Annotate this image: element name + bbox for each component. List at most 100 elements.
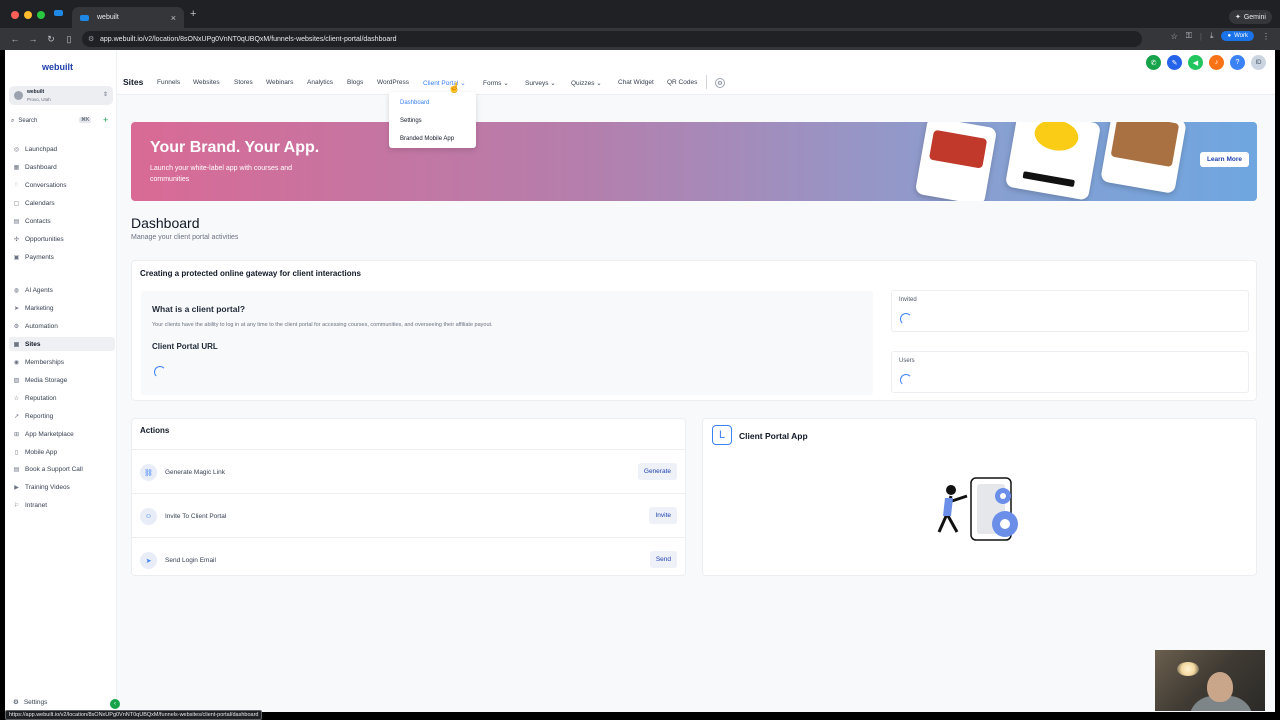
mouse-cursor-icon: ☝	[448, 83, 461, 94]
browser-tab[interactable]: webuilt ×	[72, 7, 184, 28]
page-title: Dashboard	[131, 215, 200, 231]
logo[interactable]: webuilt	[42, 62, 73, 72]
sidebar-item-ai-agents[interactable]: ◍ AI Agents	[9, 283, 115, 297]
action-label: Invite To Client Portal	[165, 513, 227, 520]
add-user-icon: ☺	[140, 508, 157, 525]
learn-more-button[interactable]: Learn More	[1199, 152, 1249, 167]
dashboard-icon: ▦	[13, 164, 20, 171]
sidebar-item-intranet[interactable]: ⚐ Intranet	[9, 498, 115, 512]
site-info-icon[interactable]: ⚙	[88, 35, 94, 43]
menu-dots-icon[interactable]: ⋮	[1262, 32, 1270, 41]
loading-spinner-icon	[900, 313, 912, 325]
nav-chat-widget[interactable]: Chat Widget	[618, 79, 654, 86]
sidebar-item-app-marketplace[interactable]: ⊞ App Marketplace	[9, 427, 115, 441]
sidebar-item-reporting[interactable]: ↗ Reporting	[9, 409, 115, 423]
account-switcher[interactable]: webuilt Provo, Utah ⇕	[9, 86, 113, 105]
nav-settings-gear-icon[interactable]: ⚙	[715, 78, 725, 88]
sidebar-toggle-icon[interactable]: ▯	[60, 34, 78, 45]
sidebar-item-conversations[interactable]: ◌ Conversations	[9, 178, 115, 192]
nav-websites[interactable]: Websites	[193, 79, 220, 86]
gateway-title: Creating a protected online gateway for …	[140, 269, 361, 278]
nav-stores[interactable]: Stores	[234, 79, 253, 86]
nav-qr-codes[interactable]: QR Codes	[667, 79, 697, 86]
actions-card: Actions ⛓ Generate Magic Link Generate ☺…	[131, 418, 686, 576]
dropdown-item-dashboard[interactable]: Dashboard	[400, 100, 429, 106]
new-tab-icon[interactable]: +	[190, 8, 196, 20]
sidebar-item-opportunities[interactable]: ✣ Opportunities	[9, 232, 115, 246]
close-tab-icon[interactable]: ×	[171, 13, 176, 23]
sidebar-item-dashboard[interactable]: ▦ Dashboard	[9, 160, 115, 174]
help-icon[interactable]: ?	[1230, 55, 1245, 70]
calendar-icon: ▢	[13, 200, 20, 207]
opportunities-icon: ✣	[13, 236, 20, 243]
download-icon[interactable]: ⤓	[1210, 31, 1214, 41]
sidebar-search[interactable]: ⌕ Search ⌘K +	[11, 115, 111, 126]
sidebar-item-payments[interactable]: ▣ Payments	[9, 250, 115, 264]
user-avatar[interactable]: ID	[1251, 55, 1266, 70]
sidebar-item-launchpad[interactable]: ◎ Launchpad	[9, 142, 115, 156]
client-portal-app-title: Client Portal App	[739, 431, 808, 441]
sidebar-item-reputation[interactable]: ☆ Reputation	[9, 391, 115, 405]
dropdown-item-branded-mobile-app[interactable]: Branded Mobile App	[400, 136, 454, 142]
search-icon: ⌕	[11, 117, 15, 124]
nav-webinars[interactable]: Webinars	[266, 79, 293, 86]
sidebar: webuilt webuilt Provo, Utah ⇕ ⌕ Search ⌘…	[5, 50, 120, 712]
sidebar-item-sites[interactable]: ▣ Sites	[9, 337, 115, 351]
top-nav: Sites Funnels Websites Stores Webinars A…	[117, 50, 1275, 95]
back-icon[interactable]: ←	[6, 34, 24, 44]
megaphone-icon[interactable]: ◀	[1188, 55, 1203, 70]
sidebar-item-support-call[interactable]: ▤ Book a Support Call	[9, 462, 115, 476]
favicon-icon	[80, 14, 89, 21]
nav-blogs[interactable]: Blogs	[347, 79, 363, 86]
tab-group-icon[interactable]	[54, 10, 63, 16]
sidebar-item-label: AI Agents	[25, 286, 53, 294]
nav-analytics[interactable]: Analytics	[307, 79, 333, 86]
account-location: Provo, Utah	[27, 97, 51, 102]
action-row-invite: ☺ Invite To Client Portal Invite	[132, 493, 685, 537]
reload-icon[interactable]: ↻	[42, 34, 60, 45]
nav-funnels[interactable]: Funnels	[157, 79, 180, 86]
collapse-sidebar-icon[interactable]: ‹	[110, 699, 120, 709]
dropdown-item-settings[interactable]: Settings	[400, 118, 422, 124]
password-key-icon[interactable]: ⚿	[1186, 31, 1192, 41]
users-label: Users	[899, 358, 915, 364]
bookmark-star-icon[interactable]: ☆	[1171, 32, 1178, 41]
nav-surveys[interactable]: Surveys ⌄	[525, 79, 556, 87]
sidebar-item-label: Marketing	[25, 304, 54, 312]
nav-forms[interactable]: Forms ⌄	[483, 79, 509, 87]
sidebar-item-training-videos[interactable]: ▶ Training Videos	[9, 480, 115, 494]
magic-wand-icon[interactable]: ✎	[1167, 55, 1182, 70]
sidebar-item-label: Contacts	[25, 217, 51, 225]
phone-icon[interactable]: ✆	[1146, 55, 1161, 70]
url-field[interactable]: ⚙ app.webuilt.io/v2/location/8sONxUPg0Vn…	[82, 31, 1142, 47]
sidebar-item-automation[interactable]: ⚙ Automation	[9, 319, 115, 333]
send-button[interactable]: Send	[649, 551, 677, 568]
nav-wordpress[interactable]: WordPress	[377, 79, 409, 86]
nav-quizzes[interactable]: Quizzes ⌄	[571, 79, 602, 87]
notification-bell-icon[interactable]: ♪	[1209, 55, 1224, 70]
forward-icon[interactable]: →	[24, 34, 42, 44]
tab-strip: webuilt × + ✦ Gemini	[0, 0, 1280, 28]
generate-button[interactable]: Generate	[637, 463, 677, 480]
send-icon: ➤	[13, 305, 20, 312]
sidebar-item-label: Dashboard	[25, 163, 57, 171]
sidebar-item-media-storage[interactable]: ▨ Media Storage	[9, 373, 115, 387]
banner-title: Your Brand. Your App.	[150, 139, 320, 156]
chevron-updown-icon: ⇕	[102, 92, 108, 98]
quick-add-icon[interactable]: +	[103, 115, 108, 125]
gateway-card: Creating a protected online gateway for …	[131, 260, 1257, 401]
sidebar-item-calendars[interactable]: ▢ Calendars	[9, 196, 115, 210]
close-window-icon[interactable]	[11, 11, 19, 19]
sidebar-item-contacts[interactable]: ▤ Contacts	[9, 214, 115, 228]
gemini-button[interactable]: ✦ Gemini	[1228, 10, 1272, 24]
invite-button[interactable]: Invite	[649, 507, 677, 524]
sidebar-item-marketing[interactable]: ➤ Marketing	[9, 301, 115, 315]
profile-button[interactable]: ● Work	[1221, 31, 1254, 41]
chevron-down-icon: ⌄	[503, 80, 509, 87]
minimize-window-icon[interactable]	[24, 11, 32, 19]
maximize-window-icon[interactable]	[37, 11, 45, 19]
sidebar-item-mobile-app[interactable]: ▯ Mobile App	[9, 445, 115, 459]
sidebar-item-memberships[interactable]: ◉ Memberships	[9, 355, 115, 369]
chevron-down-icon: ⌄	[596, 80, 602, 87]
sidebar-item-settings[interactable]: ⚙ Settings	[13, 698, 47, 707]
